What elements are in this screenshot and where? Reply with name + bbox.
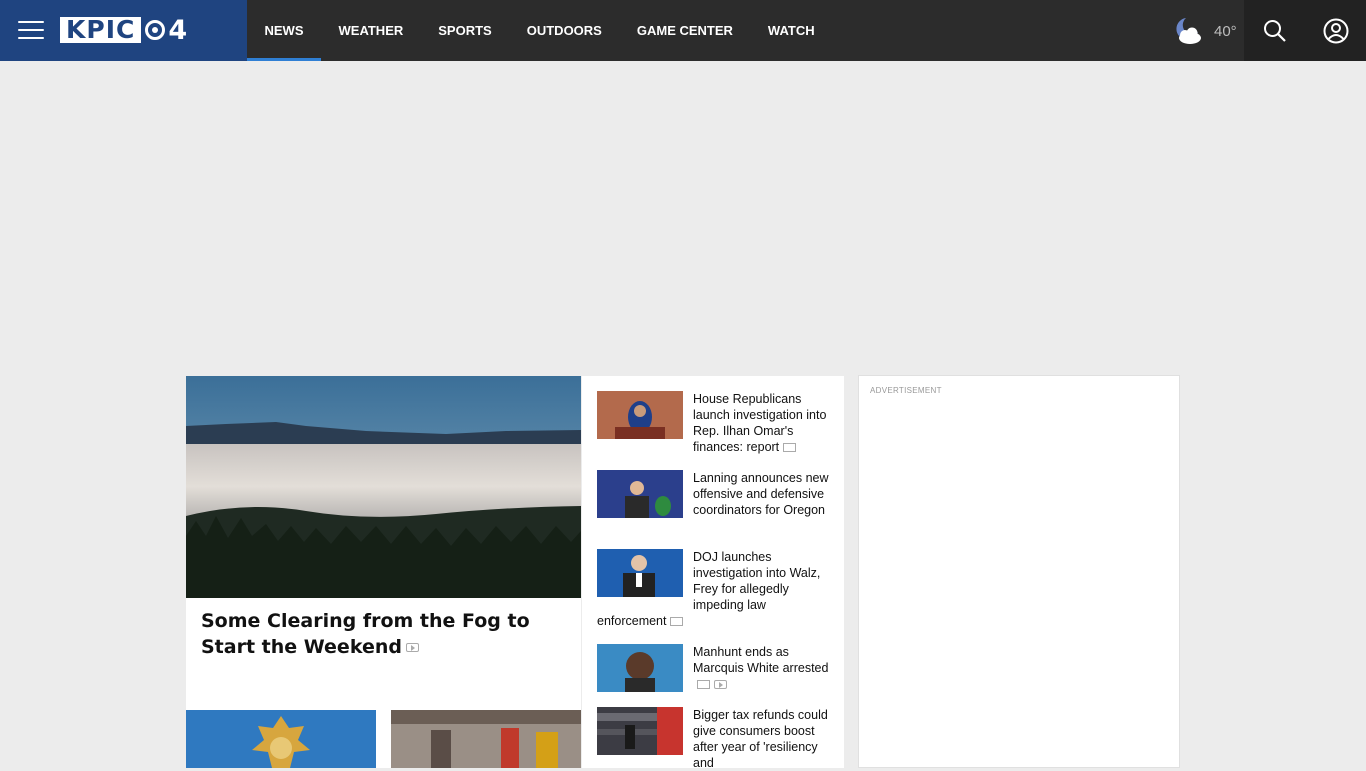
search-icon — [1263, 19, 1286, 42]
logo-block: KPIC 4 — [0, 0, 247, 61]
nav-watch[interactable]: WATCH — [750, 0, 832, 61]
search-button[interactable] — [1244, 0, 1305, 61]
story-image[interactable] — [597, 644, 683, 692]
cbs-eye-icon — [145, 20, 166, 40]
weather-widget[interactable]: 40° — [1172, 16, 1237, 46]
gallery-icon — [670, 617, 684, 627]
user-icon — [1323, 18, 1348, 43]
list-item[interactable]: Lanning announces new offensive and defe… — [597, 470, 829, 520]
ad-label: ADVERTISEMENT — [870, 386, 942, 395]
video-icon — [714, 680, 727, 690]
video-icon — [405, 643, 419, 652]
list-item[interactable]: Manhunt ends as Marcquis White arrested — [597, 644, 829, 694]
menu-icon[interactable] — [18, 21, 44, 41]
nav-game-center[interactable]: GAME CENTER — [619, 0, 750, 61]
story-image[interactable] — [597, 470, 683, 518]
story-title: Lanning announces new offensive and defe… — [693, 471, 829, 517]
top-stories-list: House Republicans launch investigation i… — [582, 376, 844, 771]
weather-temperature: 40° — [1214, 22, 1237, 40]
story-image[interactable] — [597, 707, 683, 755]
featured-headline-text: Some Clearing from the Fog to Start the … — [201, 610, 530, 658]
nav-news[interactable]: NEWS — [247, 0, 321, 61]
nav-outdoors[interactable]: OUTDOORS — [509, 0, 619, 61]
list-item[interactable]: House Republicans launch investigation i… — [597, 391, 829, 455]
site-logo[interactable]: KPIC 4 — [60, 14, 188, 46]
advertisement-slot[interactable]: ADVERTISEMENT — [858, 375, 1180, 768]
featured-image[interactable] — [186, 376, 581, 598]
story-image[interactable] — [597, 549, 683, 597]
story-title: House Republicans launch investigation i… — [693, 392, 827, 454]
logo-text: KPIC — [60, 17, 142, 43]
story-title: Bigger tax refunds could give consumers … — [693, 708, 828, 770]
list-item[interactable]: DOJ launches investigation into Walz, Fr… — [597, 549, 829, 629]
list-item[interactable]: Bigger tax refunds could give consumers … — [597, 707, 829, 771]
story-title: Manhunt ends as Marcquis White arrested — [693, 645, 829, 675]
gallery-icon — [783, 443, 797, 453]
featured-headline[interactable]: Some Clearing from the Fog to Start the … — [201, 608, 531, 660]
account-button[interactable] — [1305, 0, 1366, 61]
main-nav: NEWS WEATHER SPORTS OUTDOORS GAME CENTER… — [247, 0, 832, 61]
partly-cloudy-night-icon — [1176, 18, 1201, 44]
nav-sports[interactable]: SPORTS — [421, 0, 509, 61]
nav-weather[interactable]: WEATHER — [321, 0, 421, 61]
site-header: KPIC 4 NEWS WEATHER SPORTS OUTDOORS GAME… — [0, 0, 1366, 61]
story-thumbnail[interactable] — [186, 710, 376, 768]
logo-number: 4 — [168, 14, 188, 46]
story-image[interactable] — [597, 391, 683, 439]
story-thumbnail[interactable] — [391, 710, 581, 768]
gallery-icon — [697, 680, 710, 690]
